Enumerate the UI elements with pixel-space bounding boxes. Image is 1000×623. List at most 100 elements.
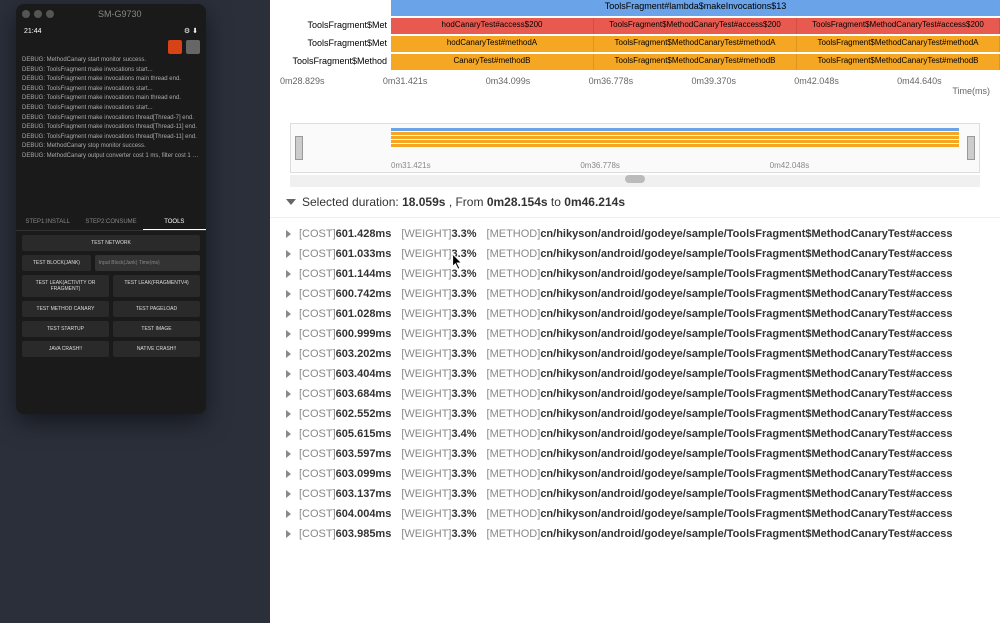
minimap[interactable]: 0m31.421s0m36.778s0m42.048s <box>290 123 980 173</box>
test-methodcanary-button[interactable]: TEST METHOD CANARY <box>22 301 109 317</box>
timeline-bar[interactable]: ToolsFragment$MethodCanaryTest#access$20… <box>797 18 1000 34</box>
method-row[interactable]: [COST] 600.742ms[WEIGHT] 3.3%[METHOD] cn… <box>286 284 1000 304</box>
method-row[interactable]: [COST] 601.144ms[WEIGHT] 3.3%[METHOD] cn… <box>286 264 1000 284</box>
caret-right-icon[interactable] <box>286 250 291 258</box>
caret-right-icon[interactable] <box>286 270 291 278</box>
method-row[interactable]: [COST] 603.137ms[WEIGHT] 3.3%[METHOD] cn… <box>286 484 1000 504</box>
horizontal-scrollbar[interactable] <box>290 175 980 187</box>
caret-right-icon[interactable] <box>286 530 291 538</box>
weight-label: [WEIGHT] <box>401 528 451 540</box>
cost-label: [COST] <box>299 408 336 420</box>
test-leak-activity-button[interactable]: TEST LEAK(ACTIVITY OR FRAGMENT) <box>22 275 109 297</box>
method-row[interactable]: [COST] 601.028ms[WEIGHT] 3.3%[METHOD] cn… <box>286 304 1000 324</box>
weight-label: [WEIGHT] <box>401 408 451 420</box>
timeline-bar[interactable]: ToolsFragment$MethodCanaryTest#methodB <box>797 54 1000 70</box>
share-icon[interactable] <box>186 40 200 54</box>
block-time-input[interactable]: Input Block(Jank) Time(ms) <box>95 255 200 271</box>
method-row[interactable]: [COST] 602.552ms[WEIGHT] 3.3%[METHOD] cn… <box>286 404 1000 424</box>
minimap-tick: 0m31.421s <box>391 161 580 170</box>
method-row[interactable]: [COST] 603.202ms[WEIGHT] 3.3%[METHOD] cn… <box>286 344 1000 364</box>
weight-label: [WEIGHT] <box>401 368 451 380</box>
caret-right-icon[interactable] <box>286 310 291 318</box>
test-network-button[interactable]: TEST NETWORK <box>22 235 200 251</box>
method-label: [METHOD] <box>487 308 541 320</box>
cost-value: 603.985ms <box>336 528 392 540</box>
phone-tab[interactable]: TOOLS <box>143 215 206 230</box>
timeline-bar[interactable]: ToolsFragment$MethodCanaryTest#methodA <box>797 36 1000 52</box>
weight-value: 3.3% <box>451 488 476 500</box>
cost-value: 605.615ms <box>336 428 392 440</box>
method-row[interactable]: [COST] 604.004ms[WEIGHT] 3.3%[METHOD] cn… <box>286 504 1000 524</box>
caret-right-icon[interactable] <box>286 470 291 478</box>
minimap-handle-left[interactable] <box>295 136 303 160</box>
caret-right-icon[interactable] <box>286 410 291 418</box>
method-row[interactable]: [COST] 603.404ms[WEIGHT] 3.3%[METHOD] cn… <box>286 364 1000 384</box>
test-image-button[interactable]: TEST IMAGE <box>113 321 200 337</box>
cost-value: 603.404ms <box>336 368 392 380</box>
phone-tab[interactable]: STEP2:CONSUME <box>79 215 142 230</box>
maximize-icon[interactable] <box>46 10 54 18</box>
minimap-handle-right[interactable] <box>967 136 975 160</box>
java-crash-button[interactable]: JAVA CRASH!! <box>22 341 109 357</box>
method-label: [METHOD] <box>487 228 541 240</box>
test-pageload-button[interactable]: TEST PAGELOAD <box>113 301 200 317</box>
test-leak-fragment-button[interactable]: TEST LEAK(FRAGMENTV4) <box>113 275 200 297</box>
weight-label: [WEIGHT] <box>401 348 451 360</box>
close-icon[interactable] <box>22 10 30 18</box>
method-row[interactable]: [COST] 601.033ms[WEIGHT] 3.3%[METHOD] cn… <box>286 244 1000 264</box>
method-label: [METHOD] <box>487 448 541 460</box>
method-list[interactable]: [COST] 601.428ms[WEIGHT] 3.3%[METHOD] cn… <box>270 218 1000 544</box>
time-tick: 0m28.829s <box>280 76 383 86</box>
caret-right-icon[interactable] <box>286 230 291 238</box>
phone-tab[interactable]: STEP1:INSTALL <box>16 215 79 230</box>
method-row[interactable]: [COST] 603.684ms[WEIGHT] 3.3%[METHOD] cn… <box>286 384 1000 404</box>
selection-summary[interactable]: Selected duration: 18.059s , From 0m28.1… <box>270 187 1000 218</box>
log-line: DEBUG: ToolsFragment make invocations st… <box>22 104 200 114</box>
native-crash-button[interactable]: NATIVE CRASH!! <box>113 341 200 357</box>
method-row[interactable]: [COST] 603.597ms[WEIGHT] 3.3%[METHOD] cn… <box>286 444 1000 464</box>
method-row[interactable]: [COST] 601.428ms[WEIGHT] 3.3%[METHOD] cn… <box>286 224 1000 244</box>
test-block-button[interactable]: TEST BLOCK(JANK) <box>22 255 91 271</box>
cost-label: [COST] <box>299 428 336 440</box>
method-row[interactable]: [COST] 600.999ms[WEIGHT] 3.3%[METHOD] cn… <box>286 324 1000 344</box>
cost-value: 601.144ms <box>336 268 392 280</box>
caret-right-icon[interactable] <box>286 430 291 438</box>
time-tick: 0m44.640s <box>897 76 1000 86</box>
chevron-down-icon[interactable] <box>286 199 296 205</box>
caret-right-icon[interactable] <box>286 330 291 338</box>
test-startup-button[interactable]: TEST STARTUP <box>22 321 109 337</box>
method-label: [METHOD] <box>487 348 541 360</box>
caret-right-icon[interactable] <box>286 370 291 378</box>
weight-value: 3.3% <box>451 508 476 520</box>
caret-right-icon[interactable] <box>286 390 291 398</box>
timeline-bar[interactable]: hodCanaryTest#access$200 <box>391 18 594 34</box>
timeline-bar[interactable]: ToolsFragment$MethodCanaryTest#methodB <box>594 54 797 70</box>
timeline-bar[interactable]: CanaryTest#methodB <box>391 54 594 70</box>
caret-right-icon[interactable] <box>286 350 291 358</box>
caret-right-icon[interactable] <box>286 450 291 458</box>
method-row[interactable]: [COST] 603.985ms[WEIGHT] 3.3%[METHOD] cn… <box>286 524 1000 544</box>
timeline-bar[interactable]: ToolsFragment#lambda$makeInvocations$13 <box>391 0 1000 16</box>
method-path: cn/hikyson/android/godeye/sample/ToolsFr… <box>540 268 952 280</box>
timeline-bar[interactable]: ToolsFragment$MethodCanaryTest#access$20… <box>594 18 797 34</box>
weight-value: 3.3% <box>451 368 476 380</box>
download-icon[interactable] <box>168 40 182 54</box>
log-line: DEBUG: MethodCanary start monitor succes… <box>22 56 200 66</box>
caret-right-icon[interactable] <box>286 490 291 498</box>
selection-to-label: to <box>551 195 561 209</box>
minimap-tick: 0m36.778s <box>580 161 769 170</box>
method-row[interactable]: [COST] 605.615ms[WEIGHT] 3.4%[METHOD] cn… <box>286 424 1000 444</box>
minimize-icon[interactable] <box>34 10 42 18</box>
caret-right-icon[interactable] <box>286 290 291 298</box>
method-label: [METHOD] <box>487 248 541 260</box>
timeline-chart[interactable]: ToolsFragment#lambda$makeInvocations$13 … <box>270 0 1000 115</box>
timeline-bar[interactable]: ToolsFragment$MethodCanaryTest#methodA <box>594 36 797 52</box>
timeline-bar[interactable]: hodCanaryTest#methodA <box>391 36 594 52</box>
method-path: cn/hikyson/android/godeye/sample/ToolsFr… <box>540 368 952 380</box>
phone-status-bar: 21:44 ⚙ ⬇ <box>16 24 206 38</box>
method-path: cn/hikyson/android/godeye/sample/ToolsFr… <box>540 328 952 340</box>
method-row[interactable]: [COST] 603.099ms[WEIGHT] 3.3%[METHOD] cn… <box>286 464 1000 484</box>
caret-right-icon[interactable] <box>286 510 291 518</box>
scrollbar-thumb[interactable] <box>625 175 645 183</box>
phone-log-area[interactable]: DEBUG: MethodCanary start monitor succes… <box>16 56 206 211</box>
